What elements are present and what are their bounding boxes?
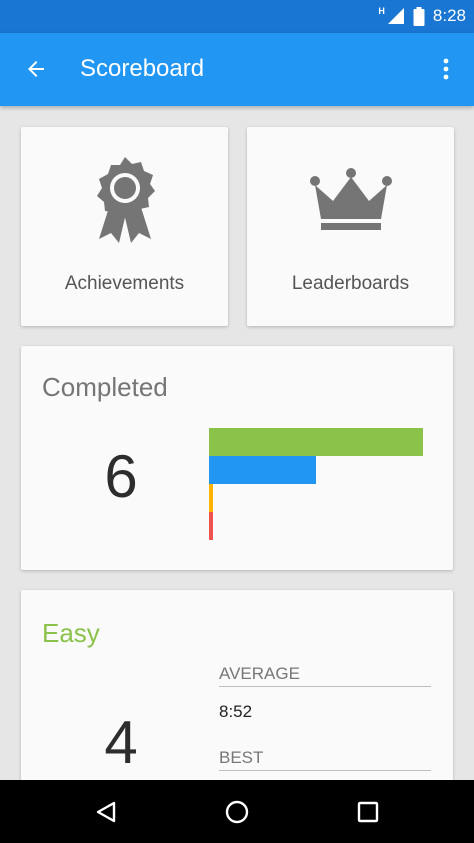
network-type-label: H [378, 6, 385, 16]
leaderboards-label: Leaderboards [291, 273, 410, 294]
leaderboards-tile[interactable]: Leaderboards [247, 127, 454, 326]
completed-bar-1 [209, 456, 316, 484]
average-value: 8:52 [219, 702, 253, 721]
recents-square-icon [357, 801, 379, 823]
clock: 8:28 [432, 6, 466, 25]
arrow-left-icon [28, 61, 44, 77]
overflow-menu-button[interactable] [432, 51, 460, 87]
completed-count: 6 [104, 443, 138, 510]
battery-icon [413, 6, 425, 26]
completed-bar-0 [209, 428, 423, 456]
status-bar: H 8:28 [0, 0, 474, 33]
completed-card: Completed 6 [21, 346, 453, 570]
easy-count: 4 [104, 709, 138, 776]
page-title: Scoreboard [80, 55, 205, 82]
completed-heading: Completed [42, 372, 168, 402]
nav-back-button[interactable] [88, 794, 124, 830]
achievements-label: Achievements [64, 273, 185, 294]
back-triangle-icon [96, 801, 116, 823]
home-circle-icon [225, 800, 249, 824]
crown-icon [309, 168, 392, 230]
best-label: BEST [219, 748, 431, 771]
completed-bar-chart [209, 428, 423, 540]
signal-icon [387, 8, 404, 24]
completed-bar-2 [209, 484, 213, 512]
award-ribbon-icon [96, 157, 155, 243]
achievements-tile[interactable]: Achievements [21, 127, 228, 326]
more-vert-icon [443, 58, 449, 80]
nav-home-button[interactable] [219, 794, 255, 830]
completed-bar-3 [209, 512, 213, 540]
app-bar: Scoreboard [0, 33, 474, 106]
back-button[interactable] [18, 51, 54, 87]
easy-heading: Easy [42, 618, 100, 648]
navigation-bar [0, 780, 474, 843]
nav-recents-button[interactable] [350, 794, 386, 830]
average-label: AVERAGE [219, 664, 431, 687]
